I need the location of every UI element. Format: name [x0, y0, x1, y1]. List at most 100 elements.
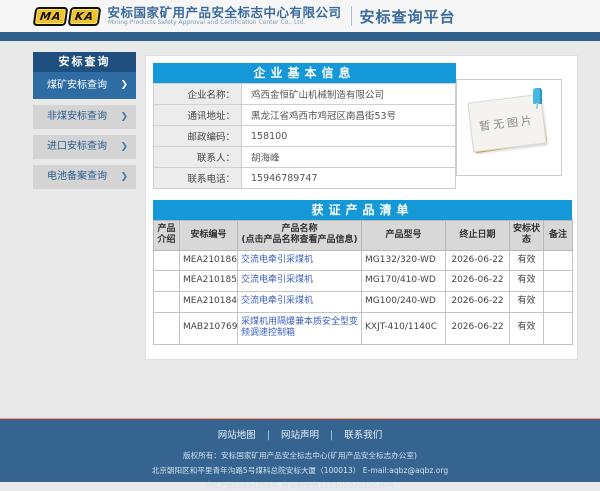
org-title-block: 安标国家矿用产品安全标志中心有限公司 Mining Products Safet… [108, 6, 342, 26]
top-blue-bar [0, 32, 600, 41]
chevron-right-icon: ❯ [120, 135, 128, 159]
footer-separator: | [267, 430, 270, 441]
remark-cell [544, 312, 573, 344]
statement-link[interactable]: 网站声明 [281, 430, 319, 441]
col-remark: 备注 [544, 221, 573, 251]
company-photo-box: 暂无图片 [456, 79, 562, 176]
product-intro-cell [154, 312, 180, 344]
end-date: 2026-06-22 [446, 250, 510, 271]
company-info-table: 企业名称： 鸡西金恒矿山机械制造有限公司 通讯地址： 黑龙江省鸡西市鸡冠区南昌街… [153, 83, 456, 189]
pushpin-icon [533, 88, 542, 104]
end-date: 2026-06-22 [446, 271, 510, 292]
no-image-note: 暂无图片 [470, 96, 548, 154]
product-model: MG132/320-WD [362, 250, 446, 271]
footer-links: 网站地图 | 网站声明 | 联系我们 [0, 427, 600, 441]
cert-number: MAB210769 [180, 312, 238, 344]
product-model: MG170/410-WD [362, 271, 446, 292]
address-label: 通讯地址： [154, 105, 242, 126]
chevron-right-icon: ❯ [120, 105, 128, 129]
products-list-title: 获证产品清单 [153, 200, 572, 220]
copyright-text: 版权所有：安标国家矿用产品安全标志中心(矿用产品安全标志办公室) [15, 450, 585, 460]
product-name-link[interactable]: 交流电牵引采煤机 [241, 296, 313, 306]
product-name-link[interactable]: 交流电牵引采煤机 [241, 255, 313, 265]
product-name-link[interactable]: 交流电牵引采煤机 [241, 275, 313, 285]
sidebar-item-label: 进口安标查询 [47, 135, 107, 159]
remark-cell [544, 271, 573, 292]
col-product-model: 产品型号 [362, 221, 446, 251]
address-value: 黑龙江省鸡西市鸡冠区南昌街53号 [242, 105, 456, 126]
page-header: MA KA 安标国家矿用产品安全标志中心有限公司 Mining Products… [0, 0, 600, 32]
table-row: 通讯地址： 黑龙江省鸡西市鸡冠区南昌街53号 [154, 105, 456, 126]
org-name-english: Mining Products Safety Approval and Cert… [108, 19, 323, 25]
cert-number: MEA210186 [180, 250, 238, 271]
remark-cell [544, 291, 573, 312]
status-badge: 有效 [510, 271, 544, 292]
company-name-label: 企业名称： [154, 84, 242, 105]
maka-logo: MA KA [34, 7, 101, 26]
header-divider [351, 6, 352, 26]
icp-text: 京ICP备05034258号 京公网安备11010502025630号 [15, 480, 585, 490]
org-name: 安标国家矿用产品安全标志中心有限公司 [108, 6, 342, 19]
footer-separator: | [330, 430, 333, 441]
products-table: 产品介绍 安标编号 产品名称 (点击产品名称查看产品信息) 产品型号 终止日期 … [153, 220, 573, 345]
sidebar-item-label: 煤矿安标查询 [47, 72, 107, 99]
product-name-link-cell: 交流电牵引采煤机 [238, 291, 362, 312]
main-panel: 企业基本信息 企业名称： 鸡西金恒矿山机械制造有限公司 通讯地址： 黑龙江省鸡西… [145, 55, 578, 360]
contact-label: 联系人： [154, 147, 242, 168]
address-text: 北京朝阳区和平里青年沟路5号煤科总院安标大厦（100013） E-mail:aq… [15, 465, 585, 475]
sidebar-item-coal-query[interactable]: 煤矿安标查询 ❯ [33, 72, 136, 99]
table-row: MAB210769 采煤机用隔爆兼本质安全型变频调速控制箱 KXJT-410/1… [154, 312, 573, 344]
table-row: MEA210185 交流电牵引采煤机 MG170/410-WD 2026-06-… [154, 271, 573, 292]
sidebar-item-battery-query[interactable]: 电池备案查询 ❯ [33, 165, 136, 189]
sidebar-header: 安标查询 [33, 52, 136, 72]
product-model: MG100/240-WD [362, 291, 446, 312]
sidebar-item-label: 电池备案查询 [47, 165, 107, 189]
sidebar-item-import-query[interactable]: 进口安标查询 ❯ [33, 135, 136, 159]
company-name-value: 鸡西金恒矿山机械制造有限公司 [242, 84, 456, 105]
col-cert-number: 安标编号 [180, 221, 238, 251]
postcode-value: 158100 [242, 126, 456, 147]
product-name-link-cell: 交流电牵引采煤机 [238, 271, 362, 292]
product-intro-cell [154, 271, 180, 292]
table-row: 邮政编码： 158100 [154, 126, 456, 147]
status-badge: 有效 [510, 312, 544, 344]
contact-value: 胡海峰 [242, 147, 456, 168]
sitemap-link[interactable]: 网站地图 [218, 430, 256, 441]
col-end-date: 终止日期 [446, 221, 510, 251]
table-row: MEA210184 交流电牵引采煤机 MG100/240-WD 2026-06-… [154, 291, 573, 312]
phone-label: 联系电话： [154, 168, 242, 189]
product-name-link-cell: 采煤机用隔爆兼本质安全型变频调速控制箱 [238, 312, 362, 344]
phone-value: 15946789747 [242, 168, 456, 189]
col-product-name-main: 产品名称 [281, 224, 317, 234]
chevron-right-icon: ❯ [120, 165, 128, 189]
logo-ka-badge: KA [68, 7, 102, 26]
sidebar-item-label: 非煤安标查询 [47, 105, 107, 129]
sidebar-nav: 安标查询 煤矿安标查询 ❯ 非煤安标查询 ❯ 进口安标查询 ❯ 电池备案查询 ❯ [33, 52, 136, 189]
end-date: 2026-06-22 [446, 291, 510, 312]
platform-title: 安标查询平台 [360, 6, 456, 27]
page-footer: 网站地图 | 网站声明 | 联系我们 版权所有：安标国家矿用产品安全标志中心(矿… [0, 420, 600, 482]
table-row: 联系人： 胡海峰 [154, 147, 456, 168]
product-name-link-cell: 交流电牵引采煤机 [238, 250, 362, 271]
table-row: 联系电话： 15946789747 [154, 168, 456, 189]
status-badge: 有效 [510, 250, 544, 271]
end-date: 2026-06-22 [446, 312, 510, 344]
company-info-title: 企业基本信息 [153, 63, 456, 83]
postcode-label: 邮政编码： [154, 126, 242, 147]
product-intro-cell [154, 250, 180, 271]
content-area: 安标查询 煤矿安标查询 ❯ 非煤安标查询 ❯ 进口安标查询 ❯ 电池备案查询 ❯… [0, 41, 600, 418]
col-status: 安标状态 [510, 221, 544, 251]
table-row: MEA210186 交流电牵引采煤机 MG132/320-WD 2026-06-… [154, 250, 573, 271]
cert-number: MEA210185 [180, 271, 238, 292]
table-row: 企业名称： 鸡西金恒矿山机械制造有限公司 [154, 84, 456, 105]
cert-number: MEA210184 [180, 291, 238, 312]
product-name-link[interactable]: 采煤机用隔爆兼本质安全型变频调速控制箱 [241, 317, 358, 339]
table-header-row: 产品介绍 安标编号 产品名称 (点击产品名称查看产品信息) 产品型号 终止日期 … [154, 221, 573, 251]
contact-us-link[interactable]: 联系我们 [344, 430, 382, 441]
product-model: KXJT-410/1140C [362, 312, 446, 344]
col-product-name: 产品名称 (点击产品名称查看产品信息) [238, 221, 362, 251]
chevron-right-icon: ❯ [120, 72, 128, 99]
status-badge: 有效 [510, 291, 544, 312]
sidebar-item-noncoal-query[interactable]: 非煤安标查询 ❯ [33, 105, 136, 129]
col-product-intro: 产品介绍 [154, 221, 180, 251]
